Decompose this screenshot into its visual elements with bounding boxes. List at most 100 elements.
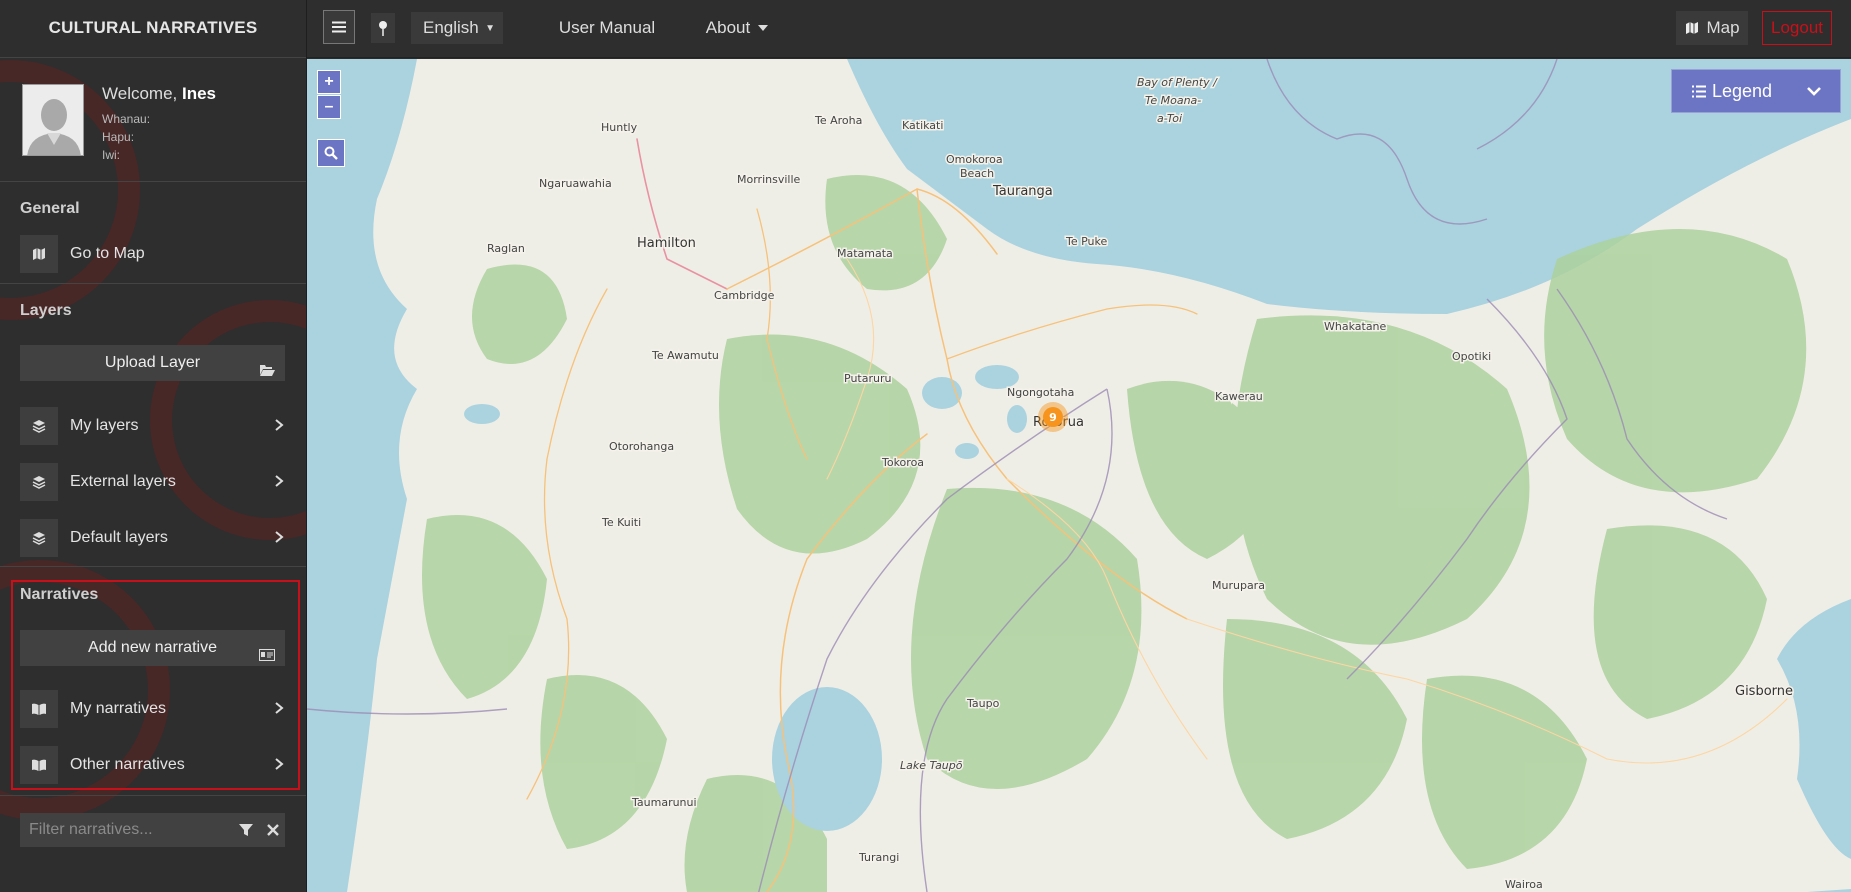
map-label-gisborne: Gisborne bbox=[1735, 684, 1793, 699]
map-cluster-marker[interactable]: 9 bbox=[1038, 402, 1068, 432]
default-layers-item[interactable]: Default layers bbox=[20, 519, 290, 557]
hamburger-icon bbox=[332, 21, 346, 33]
go-to-map-label: Go to Map bbox=[70, 245, 145, 262]
layers-heading: Layers bbox=[20, 302, 72, 319]
other-narratives-label: Other narratives bbox=[70, 756, 185, 773]
external-layers-item[interactable]: External layers bbox=[20, 463, 290, 501]
hapu-label: Hapu: bbox=[102, 130, 135, 144]
map-label-te-kuiti: Te Kuiti bbox=[601, 516, 641, 529]
legend-label: Legend bbox=[1712, 81, 1773, 101]
map-label-morrinsville: Morrinsville bbox=[737, 173, 801, 186]
cluster-count: 9 bbox=[1049, 411, 1057, 424]
default-layers-label: Default layers bbox=[70, 529, 168, 546]
caret-down-icon: ▼ bbox=[485, 22, 495, 34]
map-button-label: Map bbox=[1706, 18, 1740, 37]
map-label-opotiki: Opotiki bbox=[1452, 350, 1491, 363]
book-open-icon bbox=[20, 746, 58, 784]
map-label-whakatane: Whakatane bbox=[1324, 320, 1387, 333]
whanau-label: Whanau: bbox=[102, 112, 151, 126]
welcome-prefix: Welcome, bbox=[102, 84, 178, 103]
map-label-kawerau: Kawerau bbox=[1215, 390, 1263, 403]
map-icon bbox=[20, 235, 58, 273]
add-new-narrative-label: Add new narrative bbox=[88, 639, 217, 656]
my-layers-label: My layers bbox=[70, 417, 139, 434]
map-button[interactable]: Map bbox=[1676, 11, 1748, 45]
map-label-ngongotaha: Ngongotaha bbox=[1007, 386, 1074, 399]
map-tiles[interactable]: Bay of Plenty / Te Moana- a-Toi Huntly T… bbox=[307, 59, 1851, 892]
divider bbox=[0, 566, 306, 567]
map-label-cambridge: Cambridge bbox=[714, 289, 775, 302]
external-layers-label: External layers bbox=[70, 473, 176, 490]
map-label-bay-of-plenty: a-Toi bbox=[1157, 112, 1182, 125]
narratives-heading: Narratives bbox=[20, 586, 99, 603]
filter-narratives bbox=[20, 813, 285, 847]
folder-open-icon bbox=[259, 355, 275, 391]
filter-icon[interactable] bbox=[238, 822, 254, 843]
legend-button[interactable]: Legend bbox=[1671, 69, 1841, 113]
map-label-te-awamutu: Te Awamutu bbox=[651, 349, 719, 362]
filter-narratives-input[interactable] bbox=[20, 813, 220, 847]
my-layers-item[interactable]: My layers bbox=[20, 407, 290, 445]
search-icon bbox=[324, 146, 338, 160]
pin-button[interactable] bbox=[371, 13, 395, 43]
list-icon bbox=[1692, 85, 1706, 98]
map-label-katikati: Katikati bbox=[902, 119, 943, 132]
layers-icon bbox=[20, 463, 58, 501]
user-panel: Welcome, Ines Whanau: Hapu: Iwi: bbox=[0, 58, 306, 182]
logout-button[interactable]: Logout bbox=[1762, 11, 1832, 45]
map-label-omokoroa: Omokoroa bbox=[946, 153, 1003, 166]
chevron-down-icon bbox=[1807, 87, 1821, 96]
zoom-out-button[interactable]: – bbox=[317, 95, 341, 119]
go-to-map-link[interactable]: Go to Map bbox=[20, 235, 290, 273]
map-label-bay-of-plenty: Bay of Plenty / bbox=[1137, 76, 1218, 89]
map-label-te-aroha: Te Aroha bbox=[814, 114, 862, 127]
menu-toggle-button[interactable] bbox=[323, 10, 355, 44]
map-label-wairoa: Wairoa bbox=[1505, 878, 1543, 891]
map-view[interactable]: Bay of Plenty / Te Moana- a-Toi Huntly T… bbox=[307, 59, 1851, 892]
zoom-in-button[interactable]: + bbox=[317, 70, 341, 94]
upload-layer-label: Upload Layer bbox=[104, 354, 201, 371]
map-label-matamata: Matamata bbox=[837, 247, 893, 260]
map-label-otorohanga: Otorohanga bbox=[609, 440, 674, 453]
map-label-taupo: Taupo bbox=[966, 697, 1000, 710]
map-label-bay-of-plenty: Te Moana- bbox=[1145, 94, 1201, 107]
chevron-right-icon bbox=[275, 531, 284, 543]
pushpin-icon bbox=[379, 21, 387, 36]
user-manual-link[interactable]: User Manual bbox=[557, 12, 657, 44]
avatar bbox=[22, 84, 84, 156]
user-name: Ines bbox=[182, 84, 217, 103]
divider bbox=[0, 283, 306, 284]
id-card-icon bbox=[259, 640, 275, 676]
map-label-raglan: Raglan bbox=[487, 242, 525, 255]
my-narratives-label: My narratives bbox=[70, 700, 167, 717]
top-bar: English ▼ User Manual About Map Logout bbox=[307, 0, 1851, 58]
chevron-right-icon bbox=[275, 758, 284, 770]
layers-icon bbox=[20, 407, 58, 445]
divider bbox=[0, 795, 306, 796]
other-narratives-item[interactable]: Other narratives bbox=[20, 746, 290, 784]
map-label-lake-taupo: Lake Taupō bbox=[900, 759, 963, 772]
add-new-narrative-button[interactable]: Add new narrative bbox=[20, 630, 285, 666]
my-narratives-item[interactable]: My narratives bbox=[20, 690, 290, 728]
map-icon bbox=[1686, 22, 1699, 34]
app-title[interactable]: CULTURAL NARRATIVES bbox=[0, 0, 306, 58]
map-label-huntly: Huntly bbox=[601, 121, 638, 134]
clear-filter-icon[interactable] bbox=[266, 823, 280, 842]
general-heading: General bbox=[20, 200, 80, 217]
chevron-right-icon bbox=[275, 702, 284, 714]
map-label-ngaruawahia: Ngaruawahia bbox=[539, 177, 612, 190]
welcome-text: Welcome, Ines bbox=[102, 84, 216, 104]
map-label-te-puke: Te Puke bbox=[1065, 235, 1108, 248]
upload-layer-button[interactable]: Upload Layer bbox=[20, 345, 285, 381]
book-open-icon bbox=[20, 690, 58, 728]
sidebar: CULTURAL NARRATIVES Welcome, Ines Whanau… bbox=[0, 0, 307, 892]
map-label-tauranga: Tauranga bbox=[992, 184, 1053, 199]
language-select[interactable]: English ▼ bbox=[411, 12, 503, 44]
map-label-taumarunui: Taumarunui bbox=[631, 796, 697, 809]
map-search-button[interactable] bbox=[317, 139, 345, 167]
about-dropdown[interactable]: About bbox=[697, 12, 777, 44]
chevron-right-icon bbox=[275, 419, 284, 431]
layers-icon bbox=[20, 519, 58, 557]
chevron-right-icon bbox=[275, 475, 284, 487]
about-label: About bbox=[705, 18, 751, 37]
